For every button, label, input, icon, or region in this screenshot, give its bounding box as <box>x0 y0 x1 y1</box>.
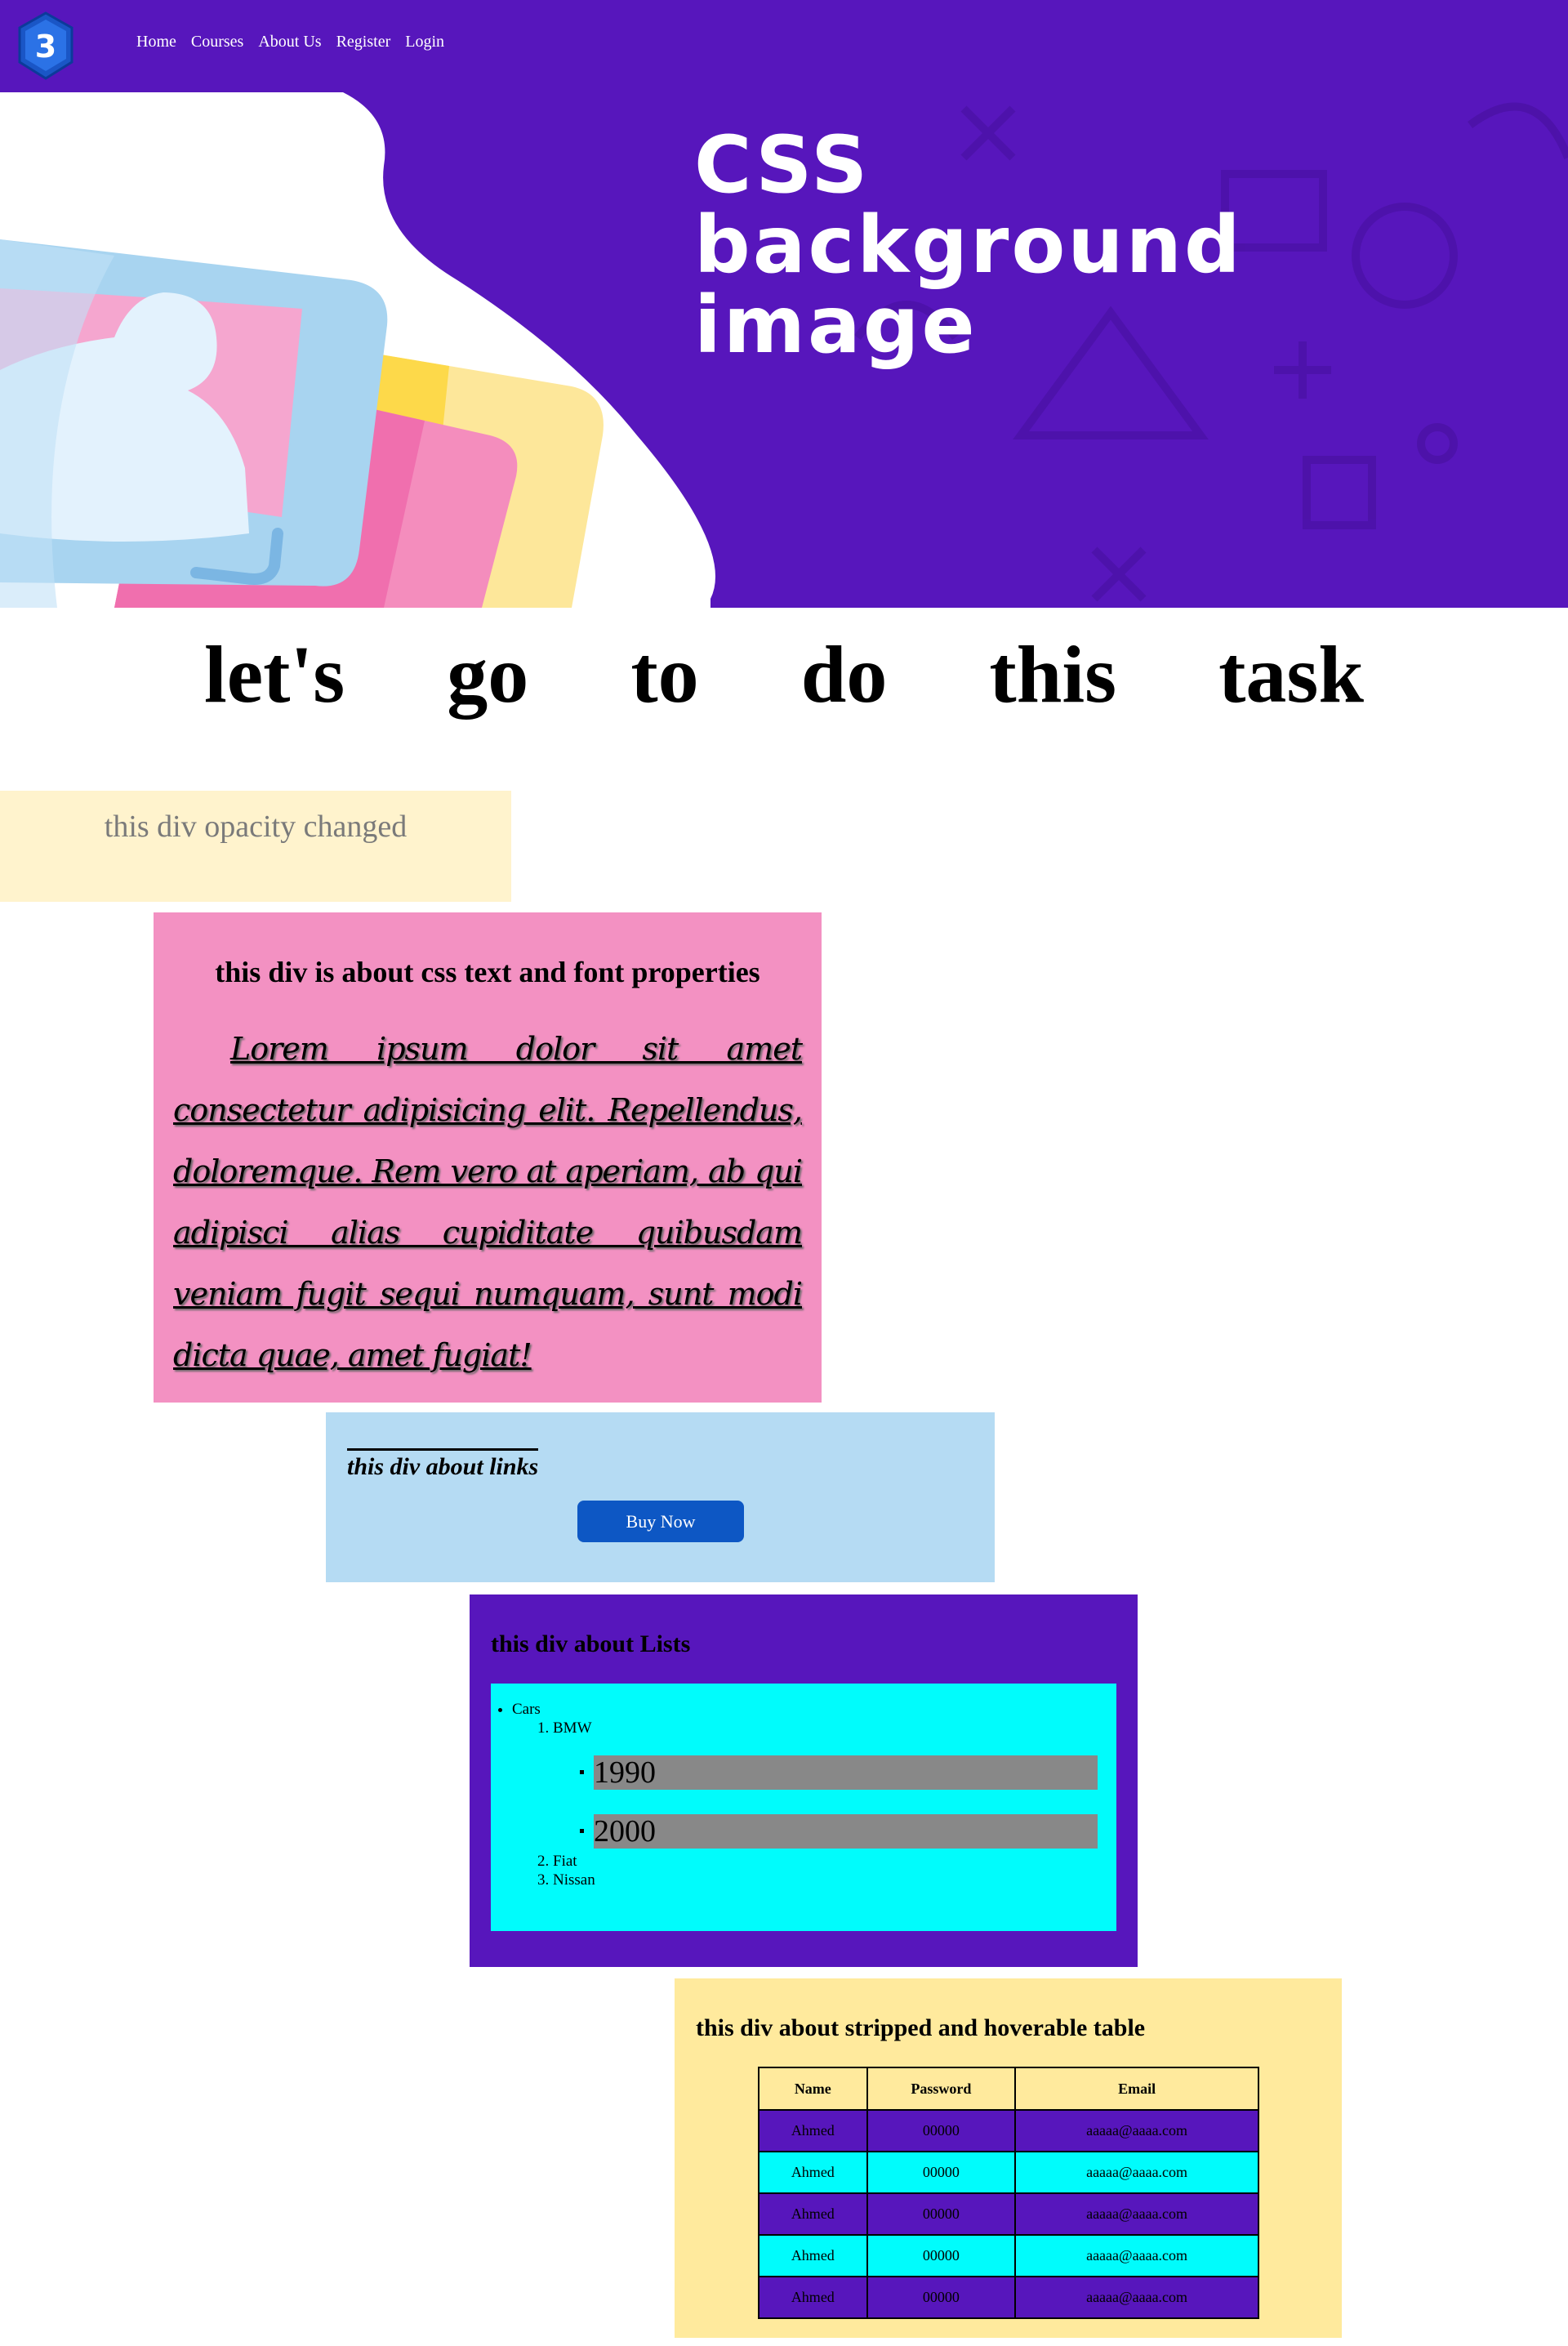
heading-word: this <box>989 629 1117 720</box>
table-row[interactable]: Ahmed 00000 aaaaa@aaaa.com <box>758 2276 1259 2319</box>
year-item: 1990 <box>594 1755 1098 1790</box>
list-item: Nissan <box>553 1871 1098 1889</box>
hero-banner: CSS background image <box>0 92 1568 608</box>
lists-container: Cars BMW 1990 2000 Fiat Nissan <box>491 1684 1116 1931</box>
heading-word: to <box>630 629 699 720</box>
cell-password: 00000 <box>866 2109 1017 2152</box>
cell-email: aaaaa@aaaa.com <box>1014 2192 1259 2236</box>
list-item: BMW 1990 2000 <box>553 1719 1098 1849</box>
opacity-text: this div opacity changed <box>104 810 408 844</box>
hero-title: CSS background image <box>694 125 1243 365</box>
text-section-title: this div is about css text and font prop… <box>215 956 760 988</box>
lorem-paragraph: Lorem ipsum dolor sit amet consectetur a… <box>173 1031 803 1373</box>
cars-list: Cars BMW 1990 2000 Fiat Nissan <box>491 1700 1098 1889</box>
cell-password: 00000 <box>866 2276 1017 2319</box>
table-section: this div about stripped and hoverable ta… <box>675 1978 1342 2338</box>
hero-title-line: image <box>694 279 978 371</box>
list-item-label: BMW <box>553 1719 592 1737</box>
cell-password: 00000 <box>866 2192 1017 2236</box>
list-item: Fiat <box>553 1852 1098 1871</box>
year-item: 2000 <box>594 1814 1098 1849</box>
cell-email: aaaaa@aaaa.com <box>1014 2276 1259 2319</box>
brands-list: BMW 1990 2000 Fiat Nissan <box>512 1719 1098 1889</box>
list-item-label: Fiat <box>553 1853 577 1870</box>
cell-name: Ahmed <box>758 2109 868 2152</box>
nav-link-courses[interactable]: Courses <box>191 33 243 51</box>
cell-email: aaaaa@aaaa.com <box>1014 2234 1259 2277</box>
page-heading: let's go to do this task <box>204 627 1364 721</box>
heading-word: do <box>800 629 888 720</box>
list-item-label: Nissan <box>553 1871 595 1889</box>
buy-now-button[interactable]: Buy Now <box>577 1501 744 1542</box>
css3-logo-icon[interactable]: 3 <box>16 11 75 80</box>
column-header-password: Password <box>866 2067 1017 2111</box>
cell-name: Ahmed <box>758 2276 868 2319</box>
column-header-name: Name <box>758 2067 868 2111</box>
opacity-section: this div opacity changed <box>0 791 511 902</box>
table-row[interactable]: Ahmed 00000 aaaaa@aaaa.com <box>758 2151 1259 2194</box>
nav-link-register[interactable]: Register <box>336 33 391 51</box>
nav-links: Home Courses About Us Register Login <box>136 33 444 51</box>
heading-word: go <box>447 629 529 720</box>
links-section: this div about links Buy Now <box>326 1412 995 1582</box>
years-list: 1990 2000 <box>553 1755 1098 1849</box>
list-item: 2000 <box>594 1814 1098 1849</box>
cell-email: aaaaa@aaaa.com <box>1014 2151 1259 2194</box>
cell-email: aaaaa@aaaa.com <box>1014 2109 1259 2152</box>
hero-title-line: CSS <box>694 119 871 211</box>
column-header-email: Email <box>1014 2067 1259 2111</box>
table-header-row: Name Password Email <box>758 2067 1259 2111</box>
lists-section: this div about Lists Cars BMW 1990 2000 … <box>470 1594 1138 1967</box>
lists-section-title: this div about Lists <box>491 1630 691 1657</box>
list-item-label: Cars <box>512 1701 541 1718</box>
navbar: 3 Home Courses About Us Register Login <box>0 0 1568 92</box>
hero-title-line: background <box>694 199 1243 291</box>
list-item: 1990 <box>594 1755 1098 1790</box>
table-row[interactable]: Ahmed 00000 aaaaa@aaaa.com <box>758 2109 1259 2152</box>
cell-name: Ahmed <box>758 2234 868 2277</box>
heading-word: let's <box>204 629 345 720</box>
text-font-section: this div is about css text and font prop… <box>154 912 822 1403</box>
cell-password: 00000 <box>866 2234 1017 2277</box>
cell-password: 00000 <box>866 2151 1017 2194</box>
heading-word: task <box>1218 629 1364 720</box>
nav-link-home[interactable]: Home <box>136 33 176 51</box>
links-section-title: this div about links <box>347 1448 539 1483</box>
table-row[interactable]: Ahmed 00000 aaaaa@aaaa.com <box>758 2192 1259 2236</box>
cell-name: Ahmed <box>758 2192 868 2236</box>
table-section-title: this div about stripped and hoverable ta… <box>696 2014 1146 2041</box>
cell-name: Ahmed <box>758 2151 868 2194</box>
list-item: Cars BMW 1990 2000 Fiat Nissan <box>512 1700 1098 1889</box>
nav-link-login[interactable]: Login <box>405 33 444 51</box>
users-table: Name Password Email Ahmed 00000 aaaaa@aa… <box>758 2067 1259 2319</box>
table-row[interactable]: Ahmed 00000 aaaaa@aaaa.com <box>758 2234 1259 2277</box>
nav-link-about-us[interactable]: About Us <box>258 33 321 51</box>
svg-text:3: 3 <box>35 29 56 65</box>
